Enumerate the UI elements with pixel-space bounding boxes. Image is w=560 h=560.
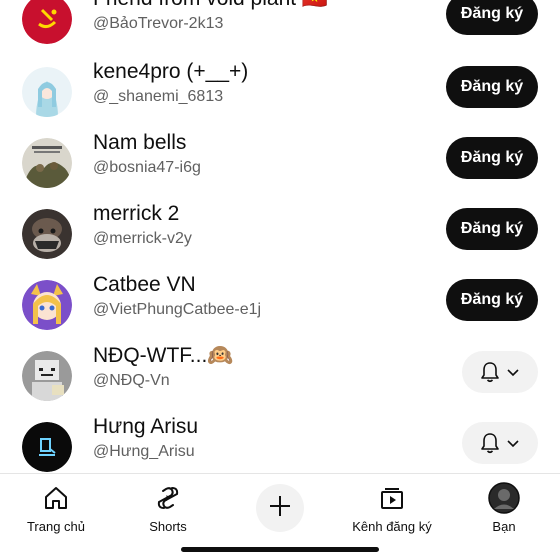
channel-handle: @NĐQ-Vn	[93, 372, 170, 389]
channel-name[interactable]: NĐQ-WTF...🙉	[93, 343, 233, 369]
chevron-down-icon	[506, 367, 520, 377]
subscribe-button[interactable]: Đăng ký	[446, 279, 538, 321]
nav-home-label: Trang chủ	[26, 519, 86, 534]
nav-you[interactable]: Bạn	[454, 482, 554, 535]
shorts-icon	[118, 482, 218, 514]
nav-shorts[interactable]: Shorts	[118, 482, 218, 535]
subscribe-button[interactable]: Đăng ký	[446, 208, 538, 250]
nav-subscriptions[interactable]: Kênh đăng ký	[342, 482, 442, 535]
channel-avatar[interactable]	[22, 351, 72, 401]
subscribe-button[interactable]: Đăng ký	[446, 137, 538, 179]
channel-handle: @VietPhungCatbee-e1j	[93, 301, 262, 318]
notification-bell-button[interactable]	[462, 351, 538, 393]
channel-name[interactable]: merrick 2	[93, 201, 179, 227]
nav-subscriptions-label: Kênh đăng ký	[352, 519, 432, 534]
channel-handle: @BảoTrevor-2k13	[93, 15, 224, 32]
channel-row[interactable]: Nam bells @bosnia47-i6g Đăng ký	[0, 128, 560, 199]
home-icon	[6, 482, 106, 514]
channel-avatar[interactable]	[22, 0, 72, 44]
channel-row[interactable]: merrick 2 @merrick-v2y Đăng ký	[0, 199, 560, 270]
channel-name[interactable]: Catbee VN	[93, 272, 196, 298]
channel-list: Friend from void plant 🇻🇳 @BảoTrevor-2k1…	[0, 0, 560, 472]
channel-avatar[interactable]	[22, 422, 72, 472]
channel-row[interactable]: Catbee VN @VietPhungCatbee-e1j Đăng ký	[0, 270, 560, 341]
channel-avatar[interactable]	[22, 67, 72, 117]
bell-icon	[480, 361, 500, 383]
channel-avatar[interactable]	[22, 138, 72, 188]
subscriptions-icon	[342, 482, 442, 514]
nav-shorts-label: Shorts	[149, 519, 187, 534]
create-button[interactable]	[256, 484, 304, 532]
nav-you-label: Bạn	[492, 519, 516, 534]
channel-avatar[interactable]	[22, 280, 72, 330]
channel-row[interactable]: Friend from void plant 🇻🇳 @BảoTrevor-2k1…	[0, 0, 560, 55]
plus-icon	[267, 493, 293, 524]
subscribe-button[interactable]: Đăng ký	[446, 66, 538, 108]
channel-name[interactable]: Hưng Arisu	[93, 414, 198, 440]
channel-row[interactable]: Hưng Arisu @Hưng_Arisu	[0, 412, 560, 472]
profile-avatar	[454, 482, 554, 514]
channel-name[interactable]: Friend from void plant 🇻🇳	[93, 0, 328, 12]
subscribe-button[interactable]: Đăng ký	[446, 0, 538, 35]
channel-handle: @_shanemi_6813	[93, 88, 224, 105]
channel-row[interactable]: NĐQ-WTF...🙉 @NĐQ-Vn	[0, 341, 560, 412]
nav-home[interactable]: Trang chủ	[6, 482, 106, 535]
channel-handle: @merrick-v2y	[93, 230, 192, 247]
channel-name[interactable]: kene4pro (+__+)	[93, 59, 248, 85]
channel-handle: @Hưng_Arisu	[93, 443, 195, 460]
chevron-down-icon	[506, 438, 520, 448]
channel-avatar[interactable]	[22, 209, 72, 259]
channel-row[interactable]: kene4pro (+__+) @_shanemi_6813 Đăng ký	[0, 57, 560, 128]
bell-icon	[480, 432, 500, 454]
home-indicator[interactable]	[181, 547, 379, 552]
notification-bell-button[interactable]	[462, 422, 538, 464]
channel-name[interactable]: Nam bells	[93, 130, 186, 156]
channel-handle: @bosnia47-i6g	[93, 159, 201, 176]
